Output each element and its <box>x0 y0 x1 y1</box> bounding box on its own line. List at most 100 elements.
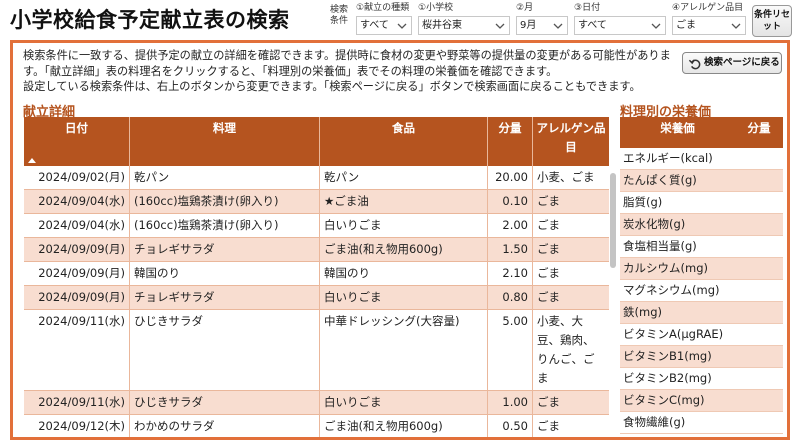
page-title: 小学校給食予定献立表の検索 <box>10 8 290 32</box>
food-cell: ごま油(和え物用600g) <box>320 238 488 261</box>
filter-date: ③日付 すべて <box>574 2 666 35</box>
dish-link[interactable]: 乾パン <box>130 166 320 189</box>
dish-link[interactable]: (160cc)塩鶏茶漬け(卵入り) <box>130 214 320 237</box>
allergen-cell: ごま <box>537 290 560 304</box>
dish-link[interactable]: ひじきサラダ <box>130 391 320 414</box>
table-row: 2024/09/09(月) 韓国のり 韓国のり 2.10 ごま <box>24 262 609 286</box>
food-cell: 韓国のり <box>320 262 488 285</box>
food-cell: ごま油(和え物用600g) <box>320 415 488 437</box>
reset-conditions-button[interactable]: 条件リセット <box>752 5 792 37</box>
month-select[interactable]: 9月 <box>516 16 568 35</box>
date-cell: 2024/09/04(水) <box>24 190 130 213</box>
table-row: 2024/09/09(月) チョレギサラダ ごま油(和え物用600g) 1.50 ごま <box>24 238 609 262</box>
allergen-cell: 小麦、大豆、鶏肉、りんご、ごま <box>537 314 595 385</box>
qty-cell: 0.80 <box>488 286 533 309</box>
back-to-search-button[interactable]: 検索ページに戻る <box>682 52 782 74</box>
food-cell: ★ごま油 <box>320 190 488 213</box>
qty-cell: 0.10 <box>488 190 533 213</box>
qty-cell: 1.50 <box>488 238 533 261</box>
filter-label: ④アレルゲン品目 <box>672 3 744 13</box>
header-date[interactable]: 日付 <box>24 117 130 166</box>
filter-label: ①献立の種類 <box>356 3 410 13</box>
dish-link[interactable]: (160cc)塩鶏茶漬け(卵入り) <box>130 190 320 213</box>
table-row: 2024/09/11(水) ひじきサラダ 中華ドレッシング(大容量) 5.00 小麦、大… <box>24 310 609 391</box>
dish-link[interactable]: チョレギサラダ <box>130 238 320 261</box>
chevron-down-icon <box>397 23 407 29</box>
filter-label: ①小学校 <box>418 3 454 13</box>
nutrient-row: 炭水化物(g) <box>620 214 783 236</box>
allergen-cell: ごま <box>537 242 560 256</box>
food-cell: 白いりごま <box>320 286 488 309</box>
header-nutrient[interactable]: 栄養価 <box>620 117 735 148</box>
nutrient-row: エネルギー(kcal) <box>620 148 783 170</box>
description: 検索条件に一致する、提供予定の献立の詳細を確認できます。提供時に食材の変更や野菜… <box>23 48 678 95</box>
table-row: 2024/09/12(木) わかめのサラダ ごま油(和え物用600g) 0.50 ごま <box>24 415 609 437</box>
conditions-label: 検索条件 <box>330 5 349 26</box>
menu-table: 日付 料理 食品 分量 アレルゲン品目 2024/09/02(月) 乾パン 乾パン 2… <box>24 117 609 437</box>
scrollbar-thumb[interactable] <box>610 173 616 268</box>
table-row: 2024/09/11(水) ひじきサラダ 白いりごま 1.00 ごま <box>24 391 609 415</box>
allergen-cell: ごま <box>537 419 560 433</box>
dish-link[interactable]: わかめのサラダ <box>130 415 320 437</box>
description-line: 設定している検索条件は、右上のボタンから変更できます。「検索ページに戻る」ボタン… <box>23 80 641 93</box>
allergen-cell: 小麦、ごま <box>537 170 595 184</box>
qty-cell: 1.00 <box>488 391 533 414</box>
school-select[interactable]: 桜井谷東 <box>418 16 510 35</box>
dish-link[interactable]: 韓国のり <box>130 262 320 285</box>
table-row: 2024/09/09(月) チョレギサラダ 白いりごま 0.80 ごま <box>24 286 609 310</box>
date-cell: 2024/09/11(水) <box>24 310 130 390</box>
nutrient-row: 鉄(mg) <box>620 302 783 324</box>
sort-ascending-icon <box>28 158 36 163</box>
dish-link[interactable]: ひじきサラダ <box>130 310 320 390</box>
table-row: 2024/09/02(月) 乾パン 乾パン 20.00 小麦、ごま <box>24 166 609 190</box>
qty-cell: 2.10 <box>488 262 533 285</box>
food-cell: 白いりごま <box>320 391 488 414</box>
results-panel: 検索条件に一致する、提供予定の献立の詳細を確認できます。提供時に食材の変更や野菜… <box>10 40 790 440</box>
nutrition-table-body: エネルギー(kcal) たんぱく質(g) 脂質(g) 炭水化物(g) 食塩相当量(g) カ… <box>620 148 783 434</box>
food-cell: 中華ドレッシング(大容量) <box>320 310 488 390</box>
date-cell: 2024/09/09(月) <box>24 238 130 261</box>
header-food[interactable]: 食品 <box>320 117 488 166</box>
allergen-cell: ごま <box>537 218 560 232</box>
nutrient-row: たんぱく質(g) <box>620 170 783 192</box>
nutrition-table: 栄養価 分量 エネルギー(kcal) たんぱく質(g) 脂質(g) 炭水化物(g) 食塩… <box>620 117 783 434</box>
qty-cell: 5.00 <box>488 310 533 390</box>
nutrition-table-header: 栄養価 分量 <box>620 117 783 148</box>
date-cell: 2024/09/02(月) <box>24 166 130 189</box>
nutrient-row: マグネシウム(mg) <box>620 280 783 302</box>
date-cell: 2024/09/09(月) <box>24 286 130 309</box>
date-cell: 2024/09/11(水) <box>24 391 130 414</box>
nutrient-row: ビタミンB2(mg) <box>620 368 783 390</box>
filter-month: ②月 9月 <box>516 2 568 35</box>
dish-link[interactable]: チョレギサラダ <box>130 286 320 309</box>
qty-cell: 20.00 <box>488 166 533 189</box>
date-select[interactable]: すべて <box>574 16 666 35</box>
allergen-cell: ごま <box>537 395 560 409</box>
nutrient-row: ビタミンA(μgRAE) <box>620 324 783 346</box>
allergen-cell: ごま <box>537 194 560 208</box>
allergen-cell: ごま <box>537 266 560 280</box>
date-cell: 2024/09/12(木) <box>24 415 130 437</box>
filter-school: ①小学校 桜井谷東 <box>418 2 510 35</box>
chevron-down-icon <box>495 23 505 29</box>
nutrient-row: ビタミンB1(mg) <box>620 346 783 368</box>
nutrient-row: ビタミンC(mg) <box>620 390 783 412</box>
chevron-down-icon <box>731 23 741 29</box>
header-qty[interactable]: 分量 <box>488 117 533 166</box>
nutrient-row: カルシウム(mg) <box>620 258 783 280</box>
menu-type-select[interactable]: すべて <box>356 16 412 35</box>
filter-menu-type: ①献立の種類 すべて <box>356 2 412 35</box>
header-allergen[interactable]: アレルゲン品目 <box>533 117 609 166</box>
header: 小学校給食予定献立表の検索 検索条件 ①献立の種類 すべて ①小学校 桜井谷東 … <box>0 0 800 40</box>
qty-cell: 2.00 <box>488 214 533 237</box>
header-amount[interactable]: 分量 <box>735 117 783 148</box>
allergen-select[interactable]: ごま <box>672 16 746 35</box>
qty-cell: 0.50 <box>488 415 533 437</box>
header-dish[interactable]: 料理 <box>130 117 320 166</box>
description-line: 検索条件に一致する、提供予定の献立の詳細を確認できます。提供時に食材の変更や野菜… <box>23 49 671 78</box>
food-cell: 乾パン <box>320 166 488 189</box>
chevron-down-icon <box>651 23 661 29</box>
food-cell: 白いりごま <box>320 214 488 237</box>
chevron-down-icon <box>553 23 563 29</box>
return-arrow-icon <box>688 59 701 70</box>
